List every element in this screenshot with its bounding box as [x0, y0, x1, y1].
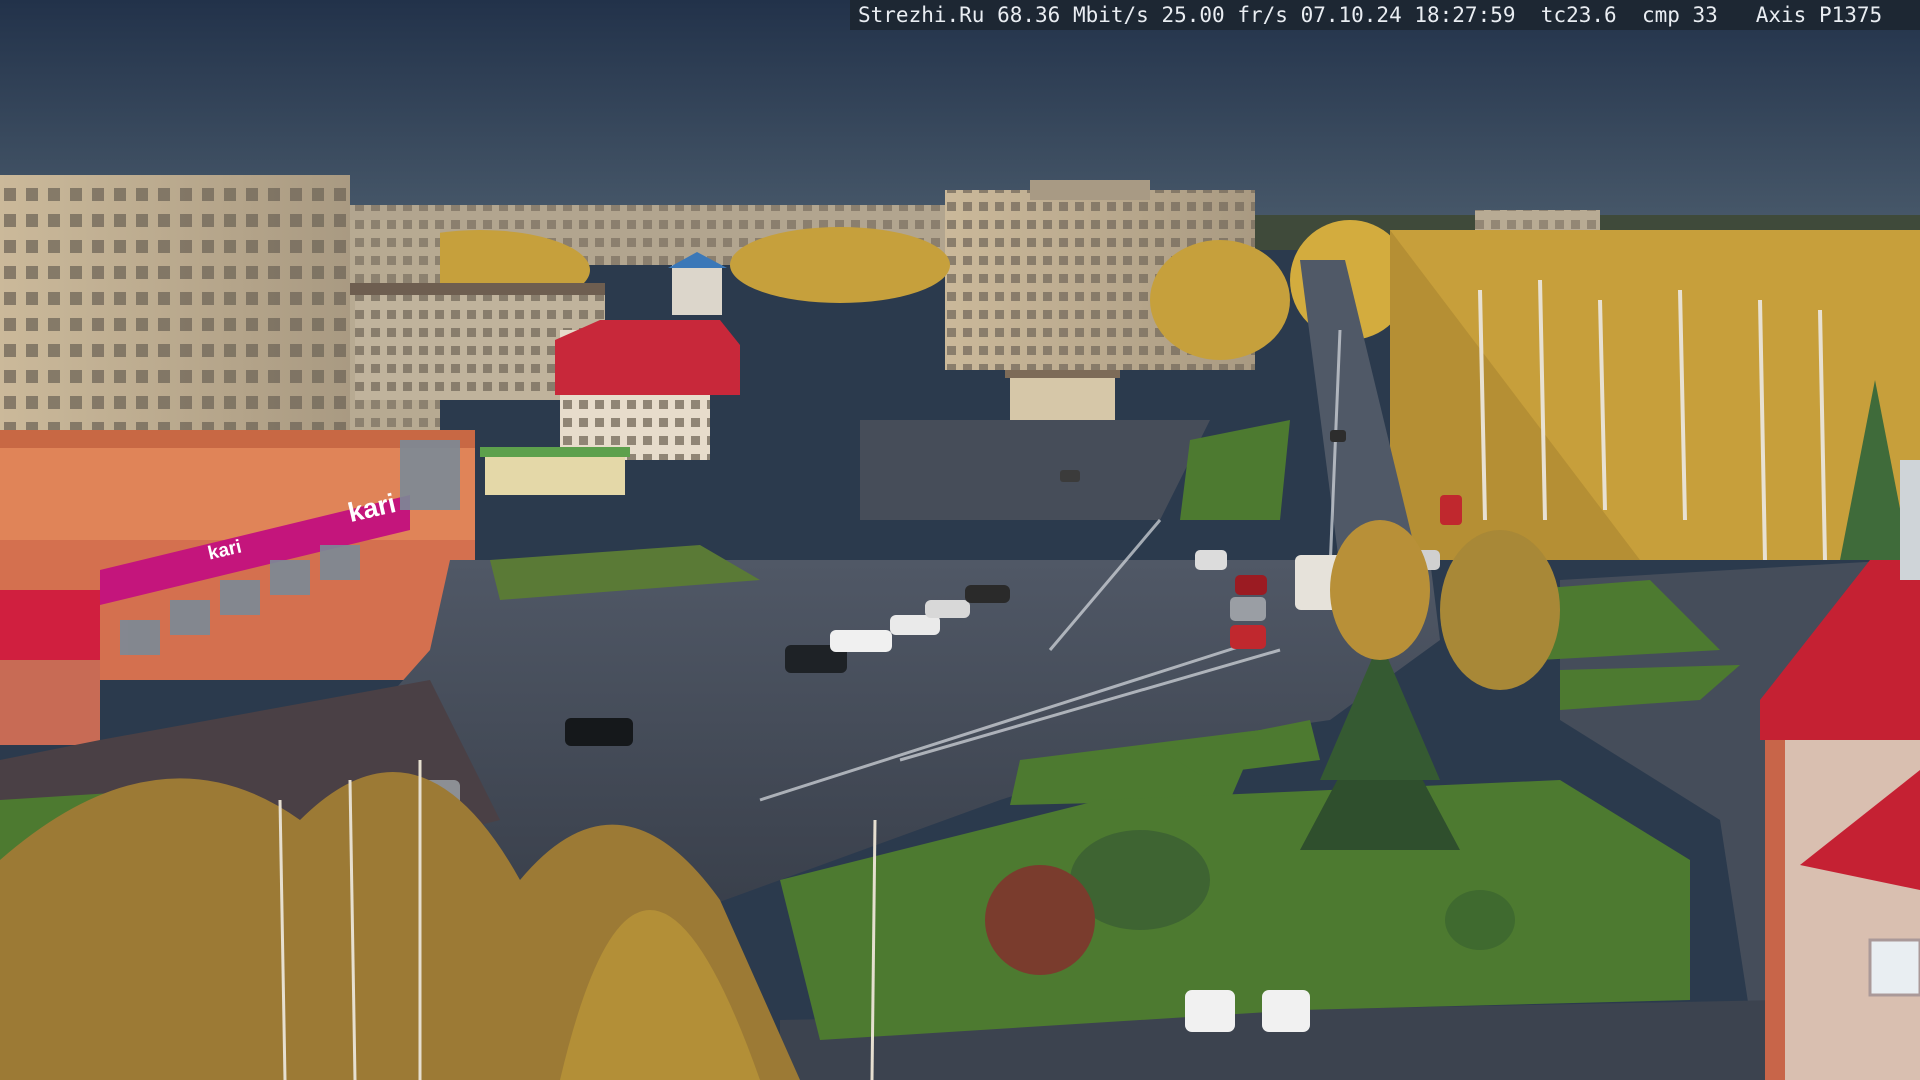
camera-osd: Strezhi.Ru 68.36 Mbit/s 25.00 fr/s 07.10… [850, 0, 1920, 30]
osd-site: Strezhi.Ru [858, 3, 985, 27]
osd-cmp: cmp 33 [1641, 3, 1718, 27]
birch-grove [1390, 230, 1920, 561]
city-scene [0, 0, 1920, 1080]
osd-camera-model: Axis P1375 [1755, 3, 1883, 27]
osd-framerate: 25.00 fr/s [1161, 3, 1288, 27]
osd-datetime: 07.10.24 18:27:59 [1300, 3, 1516, 27]
osd-tc: tc23.6 [1540, 3, 1617, 27]
osd-bitrate: 68.36 Mbit/s [997, 3, 1149, 27]
webcam-frame: kari kari Strezhi.Ru 68.36 Mbit/s 25.00 … [0, 0, 1920, 1080]
